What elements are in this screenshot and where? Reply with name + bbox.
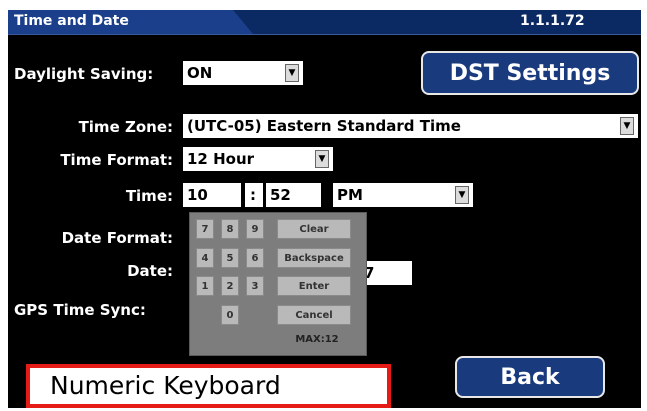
key-6[interactable]: 6	[246, 248, 264, 268]
time-zone-value: (UTC-05) Eastern Standard Time	[187, 117, 461, 135]
time-zone-label: Time Zone:	[78, 118, 173, 136]
chevron-down-icon[interactable]: ▼	[455, 186, 469, 204]
time-label: Time:	[125, 187, 173, 205]
version-label: 1.1.1.72	[520, 13, 585, 29]
enter-key[interactable]: Enter	[277, 276, 351, 296]
hour-value: 10	[187, 186, 208, 204]
clear-key[interactable]: Clear	[277, 219, 351, 239]
date-format-label: Date Format:	[61, 229, 173, 247]
chevron-down-icon[interactable]: ▼	[620, 117, 634, 135]
back-button[interactable]: Back	[455, 356, 605, 398]
minute-value: 52	[270, 186, 291, 204]
time-format-value: 12 Hour	[187, 150, 255, 168]
key-8[interactable]: 8	[221, 219, 239, 239]
backspace-key[interactable]: Backspace	[277, 248, 351, 268]
minute-input[interactable]: 52	[266, 183, 321, 207]
daylight-saving-value: ON	[187, 64, 213, 82]
key-2[interactable]: 2	[221, 276, 239, 296]
cancel-key[interactable]: Cancel	[277, 305, 351, 325]
numeric-keypad: 7 8 9 Clear 4 5 6 Backspace 1 2 3 Enter …	[189, 212, 367, 356]
chevron-down-icon[interactable]: ▼	[315, 150, 329, 168]
key-4[interactable]: 4	[196, 248, 214, 268]
date-label: Date:	[127, 262, 173, 280]
device-screen: Time and Date 1.1.1.72 Daylight Saving: …	[8, 10, 641, 408]
hour-input[interactable]: 10	[183, 183, 241, 207]
tab-title: Time and Date	[14, 13, 129, 29]
time-format-select[interactable]: 12 Hour ▼	[183, 147, 333, 171]
key-3[interactable]: 3	[246, 276, 264, 296]
key-7[interactable]: 7	[196, 219, 214, 239]
key-0[interactable]: 0	[221, 305, 239, 325]
ampm-select[interactable]: PM ▼	[333, 183, 473, 207]
max-length-label: MAX:12	[295, 334, 339, 345]
key-1[interactable]: 1	[196, 276, 214, 296]
time-zone-select[interactable]: (UTC-05) Eastern Standard Time ▼	[183, 114, 638, 138]
time-separator: :	[245, 183, 263, 207]
key-9[interactable]: 9	[246, 219, 264, 239]
ampm-value: PM	[337, 186, 363, 204]
date-input[interactable]: 7	[360, 261, 412, 285]
daylight-saving-select[interactable]: ON ▼	[183, 61, 303, 85]
tab-time-and-date[interactable]: Time and Date	[8, 10, 253, 34]
chevron-down-icon[interactable]: ▼	[285, 64, 299, 82]
daylight-saving-label: Daylight Saving:	[14, 65, 154, 83]
gps-time-sync-label: GPS Time Sync:	[14, 301, 146, 319]
numeric-keyboard-caption: Numeric Keyboard	[26, 364, 391, 408]
dst-settings-button[interactable]: DST Settings	[421, 51, 639, 95]
header-bar: Time and Date 1.1.1.72	[8, 10, 641, 35]
time-format-label: Time Format:	[60, 151, 173, 169]
key-5[interactable]: 5	[221, 248, 239, 268]
